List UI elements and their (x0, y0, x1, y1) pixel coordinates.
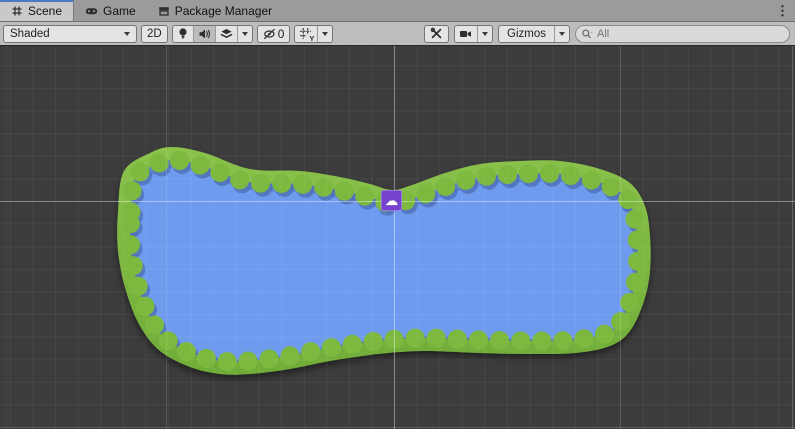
tab-scene[interactable]: Scene (0, 0, 74, 21)
gamepad-icon (85, 5, 98, 17)
hidden-count-label: 0 (278, 27, 285, 41)
hidden-eye-icon (263, 28, 277, 40)
gizmos-label: Gizmos (507, 28, 546, 40)
component-tools-button[interactable] (424, 25, 449, 43)
gizmos-group: Gizmos (498, 25, 570, 43)
chevron-down-icon (482, 32, 488, 36)
scene-viewport[interactable]: ☁ (0, 46, 795, 429)
grid-visual-group: Y (294, 25, 333, 43)
tab-game[interactable]: Game (74, 0, 147, 21)
grid-visibility-button[interactable]: Y (295, 26, 317, 42)
tab-bar: Scene Game Package Manager ⋮ (0, 0, 795, 22)
tab-scene-label: Scene (28, 4, 62, 18)
view-options-group (172, 25, 253, 43)
effects-dropdown-button[interactable] (237, 26, 252, 42)
shading-mode-dropdown[interactable]: Shaded (3, 25, 137, 43)
sprite-shape-gizmo-icon[interactable]: ☁ (381, 190, 402, 211)
scene-visibility-button[interactable]: 0 (257, 25, 291, 43)
tab-package-manager-label: Package Manager (175, 4, 272, 18)
gizmos-dropdown-button[interactable] (554, 26, 569, 42)
effects-layers-icon (220, 28, 233, 40)
grid-axis-letter: Y (309, 35, 314, 43)
chevron-down-icon (322, 32, 328, 36)
unity-editor-window: { "window": { "tabs": [ { "label": "Scen… (0, 0, 795, 428)
scene-toolbar: Shaded 2D (0, 22, 795, 46)
tab-game-label: Game (103, 4, 136, 18)
speaker-icon (198, 28, 211, 40)
lightbulb-icon (177, 27, 189, 40)
effects-toggle-button[interactable] (215, 26, 237, 42)
search-input[interactable] (597, 28, 785, 40)
chevron-down-icon (124, 32, 130, 36)
gizmos-button[interactable]: Gizmos (499, 26, 554, 42)
toggle-2d-label: 2D (147, 28, 162, 40)
camera-icon (459, 28, 473, 40)
camera-dropdown-button[interactable] (477, 26, 492, 42)
scene-camera-button[interactable] (455, 26, 477, 42)
package-icon (158, 5, 170, 17)
toggle-2d-button[interactable]: 2D (141, 25, 168, 43)
scene-search-field[interactable] (575, 25, 790, 43)
shading-mode-label: Shaded (10, 28, 50, 40)
camera-group (454, 25, 493, 43)
toolbar-right-group: Gizmos (424, 25, 792, 43)
lighting-toggle-button[interactable] (173, 26, 193, 42)
kebab-menu-icon[interactable]: ⋮ (770, 0, 795, 21)
audio-toggle-button[interactable] (193, 26, 215, 42)
sprite-shape-blob[interactable] (0, 46, 795, 429)
tools-wrench-icon (430, 27, 443, 40)
grid-dropdown-button[interactable] (317, 26, 332, 42)
search-icon (581, 28, 594, 40)
scene-grid-icon (11, 5, 23, 17)
tab-package-manager[interactable]: Package Manager (147, 0, 283, 21)
cloud-icon: ☁ (385, 194, 398, 207)
chevron-down-icon (242, 32, 248, 36)
chevron-down-icon (559, 32, 565, 36)
